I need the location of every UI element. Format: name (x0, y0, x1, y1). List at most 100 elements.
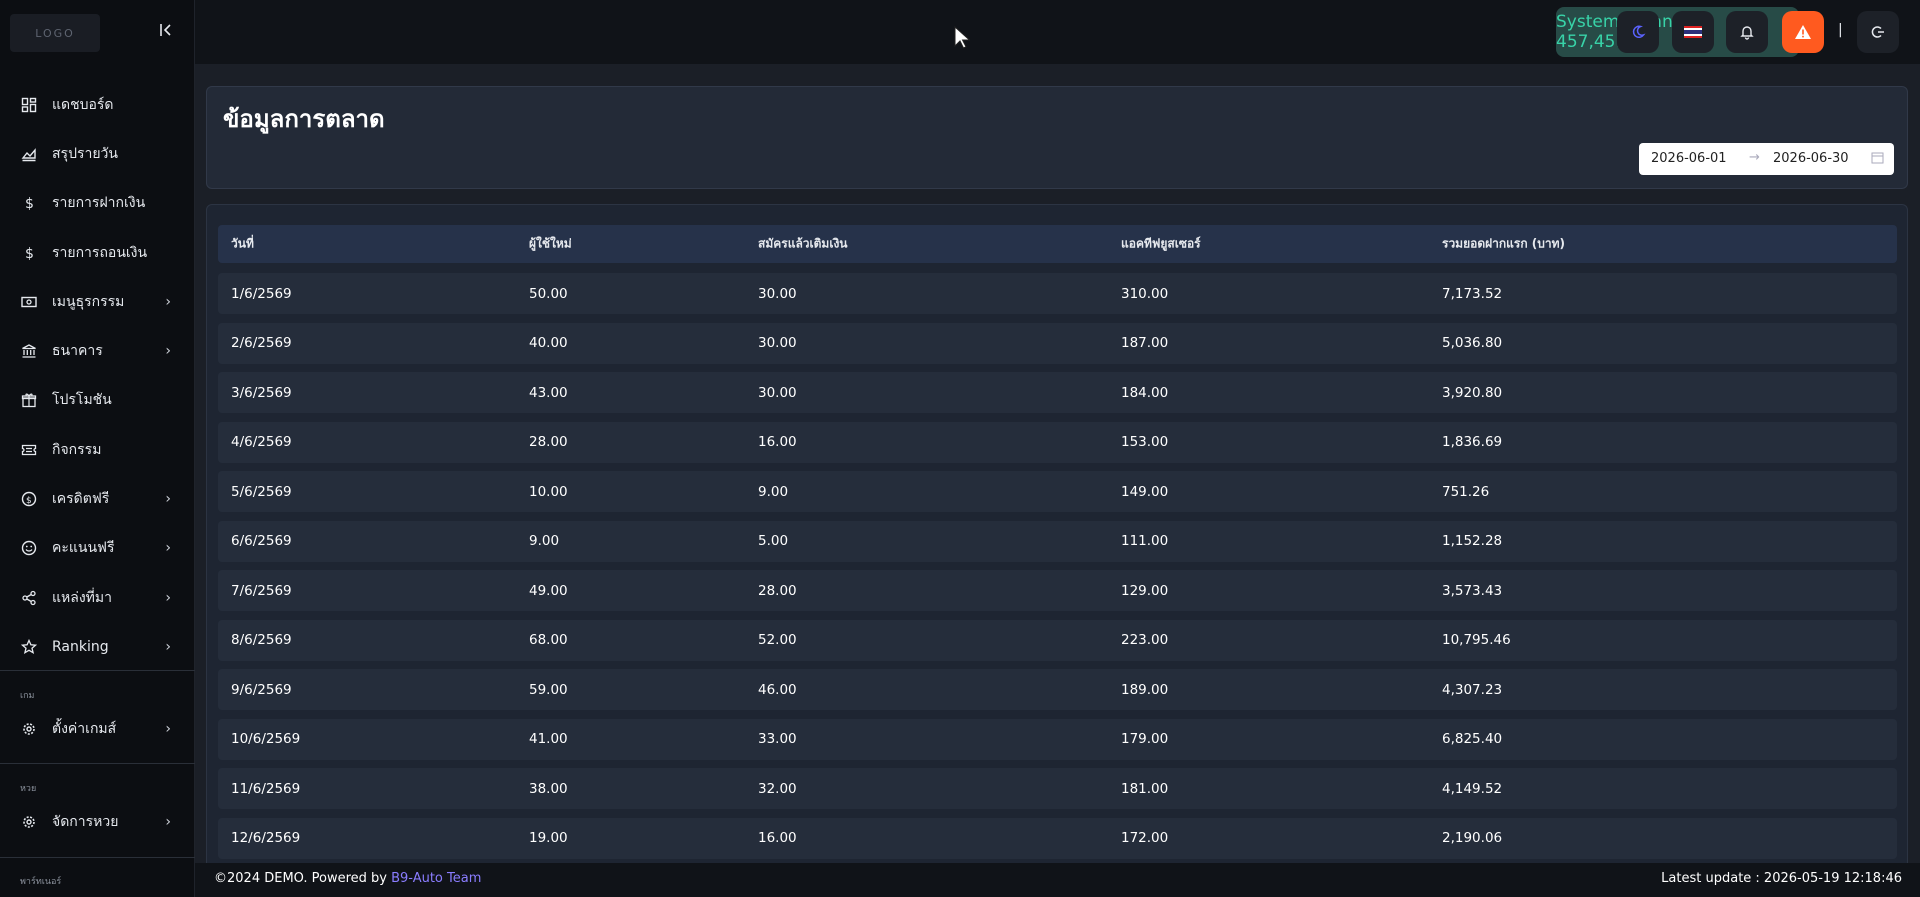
table-cell: 189.00 (1121, 681, 1169, 698)
sidebar-item-7[interactable]: กิจกรรม (0, 425, 195, 474)
sidebar-item-5[interactable]: ธนาคาร › (0, 326, 195, 375)
alert-button[interactable] (1782, 11, 1824, 53)
language-button[interactable] (1672, 11, 1714, 53)
sidebar-item-3[interactable]: $ รายการถอนเงิน (0, 228, 195, 277)
bell-icon (1740, 26, 1754, 40)
ticket-icon (20, 441, 38, 459)
sidebar-item-label: ธนาคาร (52, 343, 103, 360)
table-row: 11/6/2569 38.00 32.00 181.00 4,149.52 (218, 768, 1897, 809)
sidebar: LOGO แดชบอร์ด สรุปรายวัน $ รายการฝากเงิน $ รา… (0, 0, 195, 897)
gift-icon (20, 391, 38, 409)
collapse-sidebar-icon[interactable] (156, 22, 176, 42)
sidebar-item-label: คะแนนฟรี (52, 540, 115, 557)
date-start[interactable]: 2026-06-01 (1651, 151, 1727, 166)
notification-button[interactable] (1726, 11, 1768, 53)
chevron-right-icon: › (165, 540, 171, 557)
sidebar-item-2[interactable]: $ รายการฝากเงิน (0, 179, 195, 228)
date-end[interactable]: 2026-06-30 (1773, 151, 1849, 166)
table-cell: 129.00 (1121, 582, 1169, 599)
table-cell: 1,152.28 (1442, 533, 1503, 549)
bank-icon (20, 342, 38, 360)
sidebar-item-9[interactable]: คะแนนฟรี › (0, 524, 195, 573)
table-cell: 5,036.80 (1442, 335, 1503, 351)
table-cell: 310.00 (1121, 285, 1169, 302)
arrow-right-icon: → (1749, 150, 1760, 165)
table-cell: 59.00 (529, 681, 568, 698)
table-cell: 32.00 (758, 780, 797, 797)
table-row: 8/6/2569 68.00 52.00 223.00 10,795.46 (218, 619, 1897, 661)
table-cell: 149.00 (1121, 483, 1169, 500)
column-header[interactable]: ผู้ใช้ใหม่ (529, 235, 572, 254)
table-cell: 41.00 (529, 731, 568, 747)
table-cell: 9.00 (529, 533, 560, 549)
sidebar-item-label: แดชบอร์ด (52, 96, 114, 113)
table-cell: 12/6/2569 (231, 830, 301, 846)
svg-text:$: $ (26, 496, 32, 506)
table-cell: 172.00 (1121, 830, 1169, 846)
footer-link[interactable]: B9-Auto (391, 871, 443, 886)
copyright-text: ©2024 DEMO. Powered by (214, 871, 392, 886)
date-range-picker[interactable]: 2026-06-01 → 2026-06-30 (1639, 143, 1894, 175)
table-cell: 4,149.52 (1442, 780, 1503, 797)
star-icon (20, 638, 38, 656)
divider (0, 670, 195, 671)
gear-icon (20, 813, 38, 831)
table-cell: 2,190.06 (1442, 830, 1503, 846)
divider: | (1838, 22, 1843, 38)
column-header[interactable]: วันที่ (231, 235, 254, 254)
last-update: Latest update : 2026-05-19 12:18:46 (1661, 871, 1902, 886)
sidebar-item-label: เครดิตฟรี (52, 491, 110, 508)
page-title: ข้อมูลการตลาด (223, 105, 385, 133)
sidebar-item-0[interactable]: แดชบอร์ด (0, 80, 195, 129)
table-cell: 3,920.80 (1442, 384, 1503, 401)
sidebar-item-label: ตั้งค่าเกมส์ (52, 720, 117, 737)
sidebar-item-6[interactable]: โปรโมชัน (0, 376, 195, 425)
table-cell: 7/6/2569 (231, 582, 292, 599)
column-header[interactable]: รวมยอดฝากแรก (บาท) (1442, 235, 1565, 254)
table-cell: 7,173.52 (1442, 285, 1503, 302)
sidebar-item-label: โปรโมชัน (52, 392, 112, 409)
sidebar-item-lotto[interactable]: จัดการหวย › (0, 797, 195, 846)
marketing-table-card: วันที่ ผู้ใช้ใหม่ สมัครแล้วเติมเงิน แอคท… (206, 204, 1908, 897)
logout-icon (1871, 26, 1884, 38)
chevron-right-icon: › (165, 813, 171, 830)
dashboard-icon (20, 96, 38, 114)
table-row: 1/6/2569 50.00 30.00 310.00 7,173.52 (218, 273, 1897, 314)
table-cell: 52.00 (758, 632, 797, 648)
sidebar-item-label: รายการถอนเงิน (52, 244, 148, 261)
sidebar-item-4[interactable]: เมนูธุรกรรม › (0, 277, 195, 326)
page-header-card: ข้อมูลการตลาด 2026-06-01 → 2026-06-30 (206, 86, 1908, 189)
table-cell: 6/6/2569 (231, 533, 292, 549)
table-cell: 3/6/2569 (231, 384, 292, 401)
sidebar-item-label: แหล่งที่มา (52, 589, 112, 606)
sidebar-item-game-settings[interactable]: ตั้งค่าเกมส์ › (0, 704, 195, 753)
sidebar-item-1[interactable]: สรุปรายวัน (0, 129, 195, 178)
table-cell: 184.00 (1121, 384, 1169, 401)
table-cell: 5/6/2569 (231, 483, 292, 500)
table-cell: 16.00 (758, 434, 797, 450)
table-row: 4/6/2569 28.00 16.00 153.00 1,836.69 (218, 421, 1897, 463)
column-header[interactable]: แอคทีฟยูสเซอร์ (1121, 235, 1201, 254)
table-cell: 30.00 (758, 285, 797, 302)
table-cell: 30.00 (758, 335, 797, 351)
table-cell: 50.00 (529, 285, 568, 302)
logout-button[interactable] (1857, 11, 1899, 53)
table-cell: 3,573.43 (1442, 582, 1503, 599)
svg-text:$: $ (25, 196, 34, 211)
gear-icon (20, 720, 38, 738)
table-cell: 187.00 (1121, 335, 1169, 351)
table-cell: 10.00 (529, 483, 568, 500)
footer: ©2024 DEMO. Powered by B9-Auto Team Late… (195, 863, 1920, 897)
table-cell: 111.00 (1121, 533, 1169, 549)
column-header[interactable]: สมัครแล้วเติมเงิน (758, 235, 848, 254)
sidebar-item-11[interactable]: Ranking › (0, 622, 195, 671)
sidebar-item-8[interactable]: $ เครดิตฟรี › (0, 474, 195, 523)
sidebar-item-10[interactable]: แหล่งที่มา › (0, 573, 195, 622)
table-cell: 153.00 (1121, 434, 1169, 450)
topbar: System Balance : 457,451.32 | (195, 0, 1920, 64)
chevron-right-icon: › (165, 638, 171, 655)
table-cell: 8/6/2569 (231, 632, 292, 648)
logo[interactable]: LOGO (10, 14, 100, 52)
theme-toggle-button[interactable] (1617, 11, 1659, 53)
section-label-lotto: หวย (20, 784, 37, 794)
